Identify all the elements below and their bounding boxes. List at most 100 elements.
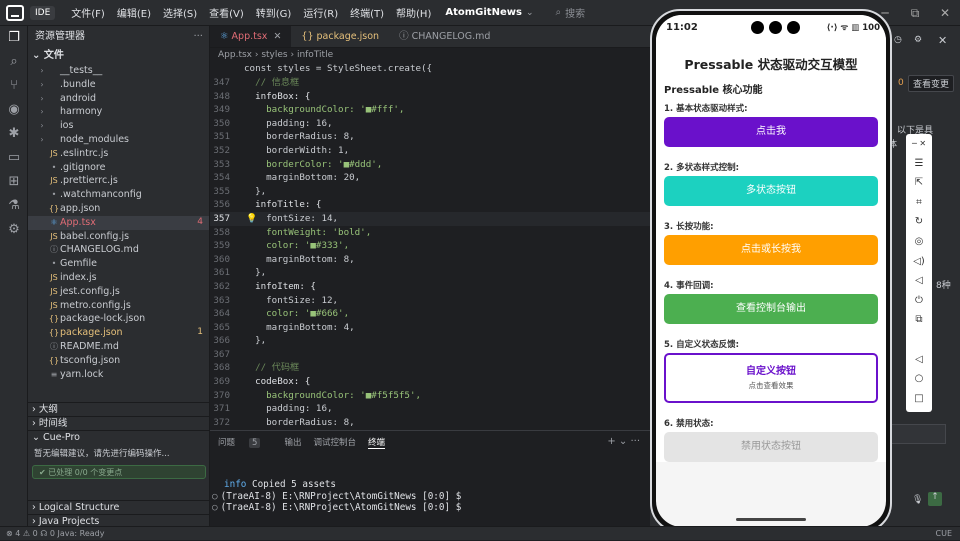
demo-button-6[interactable]: 禁用状态按钮 — [664, 432, 878, 462]
code-line[interactable]: 366 }, — [210, 334, 650, 348]
project-selector[interactable]: AtomGitNews — [445, 7, 522, 18]
status-left[interactable]: ⊗ 4 ⚠ 0 ☊ 0 Java: Ready — [6, 529, 104, 538]
file-item[interactable]: JS index.js — [28, 271, 209, 285]
tab-problems[interactable]: 问题 5 — [218, 436, 272, 448]
code-lines[interactable]: 347 // 信息框 348 infoBox: {349 backgroundCo… — [210, 76, 650, 429]
screenshot-icon[interactable]: ⧉ — [906, 310, 932, 330]
file-item[interactable]: {}app.json — [28, 202, 209, 216]
view-changes-button[interactable]: 查看变更 — [908, 75, 955, 92]
code-line[interactable]: 364 color: '■#666', — [210, 307, 650, 321]
menu-terminal[interactable]: 终端(T) — [344, 5, 390, 20]
more-icon[interactable]: ··· — [193, 26, 203, 48]
file-item[interactable]: {}package-lock.json — [28, 312, 209, 326]
back-icon[interactable]: ◁ — [906, 350, 932, 370]
folder-item[interactable]: › android — [28, 92, 209, 106]
demo-button-2[interactable]: 多状态按钮 — [664, 176, 878, 206]
file-item[interactable]: • Gemfile — [28, 257, 209, 271]
tab-app-tsx[interactable]: ⚛ App.tsx ✕ — [210, 26, 292, 47]
code-line[interactable]: 359 color: '■#333', — [210, 239, 650, 253]
code-line[interactable]: 352 borderWidth: 1, — [210, 144, 650, 158]
tab-package-json[interactable]: {} package.json — [291, 26, 389, 47]
file-item[interactable]: ⓘ README.md — [28, 340, 209, 354]
tab-output[interactable]: 输出 — [284, 436, 301, 448]
code-line[interactable]: 367 — [210, 348, 650, 362]
file-item[interactable]: JS .eslintrc.js — [28, 147, 209, 161]
file-item[interactable]: JS metro.config.js — [28, 299, 209, 313]
power-icon[interactable]: ⏻ — [906, 291, 932, 311]
folder-item[interactable]: › node_modules — [28, 133, 209, 147]
file-item[interactable]: • .gitignore — [28, 161, 209, 175]
rotate-icon[interactable]: ↻ — [906, 212, 932, 232]
chat-input[interactable] — [886, 424, 946, 444]
demo-button-4[interactable]: 查看控制台输出 — [664, 294, 878, 324]
code-line[interactable]: 351 borderRadius: 8, — [210, 130, 650, 144]
folder-item[interactable]: › .bundle — [28, 78, 209, 92]
file-item[interactable]: ⓘ CHANGELOG.md — [28, 243, 209, 257]
code-line[interactable]: 356 infoTitle: { — [210, 198, 650, 212]
menu-goto[interactable]: 转到(G) — [250, 5, 298, 20]
folder-item[interactable]: › ios — [28, 119, 209, 133]
eye-icon[interactable]: ◉ — [0, 98, 28, 122]
menu-select[interactable]: 选择(S) — [157, 5, 203, 20]
code-line[interactable]: 349 backgroundColor: '■#fff', — [210, 103, 650, 117]
code-line[interactable]: 371 padding: 16, — [210, 402, 650, 416]
recents-icon[interactable]: □ — [906, 389, 932, 409]
file-item[interactable]: • .watchmanconfig — [28, 188, 209, 202]
chevron-down-icon[interactable]: ⌄ — [526, 8, 534, 18]
home-icon[interactable]: ○ — [906, 369, 932, 389]
close-panel-icon[interactable]: ✕ — [938, 34, 947, 47]
code-line[interactable]: 354 marginBottom: 20, — [210, 171, 650, 185]
clock-icon[interactable]: ◷ — [894, 35, 902, 45]
file-item[interactable]: JS jest.config.js — [28, 285, 209, 299]
pointer-icon[interactable]: ⇱ — [906, 173, 932, 193]
source-control-icon[interactable]: ⑂ — [0, 74, 28, 98]
demo-button-1[interactable]: 点击我 — [664, 117, 878, 147]
add-terminal-icon[interactable]: + ⌄ ··· — [607, 436, 640, 447]
timeline-section[interactable]: › 时间线 — [28, 416, 210, 430]
search-icon[interactable]: ⌕ — [555, 7, 561, 18]
lightbulb-icon[interactable]: 💡 — [246, 213, 257, 227]
demo-button-3[interactable]: 点击或长按我 — [664, 235, 878, 265]
menu-view[interactable]: 查看(V) — [203, 5, 250, 20]
search-icon[interactable]: ⌕ — [0, 50, 28, 74]
minimize-icon[interactable]: ─ ✕ — [906, 134, 932, 154]
breadcrumb-file[interactable]: App.tsx — [218, 50, 252, 60]
file-item[interactable]: {}tsconfig.json — [28, 354, 209, 368]
code-line[interactable]: 365 marginBottom: 4, — [210, 321, 650, 335]
custom-feedback-button[interactable]: 自定义按钮 点击查看效果 — [664, 353, 878, 403]
restore-icon[interactable]: ⧉ — [900, 0, 930, 26]
logical-structure-section[interactable]: › Logical Structure — [28, 500, 210, 514]
code-line[interactable]: 369 codeBox: { — [210, 375, 650, 389]
send-icon[interactable]: ↑ — [928, 492, 942, 506]
outline-section[interactable]: › 大纲 — [28, 402, 210, 416]
code-line[interactable]: 347 // 信息框 — [210, 76, 650, 90]
volume-down-icon[interactable]: ◁ — [906, 271, 932, 291]
gear-icon[interactable]: ⚙ — [914, 35, 922, 45]
breadcrumb-styles[interactable]: styles — [261, 50, 287, 60]
menu-run[interactable]: 运行(R) — [297, 5, 344, 20]
file-item[interactable]: JS .prettierrc.js — [28, 174, 209, 188]
file-item[interactable]: ≡ yarn.lock — [28, 368, 209, 382]
code-line[interactable]: 370 backgroundColor: '■#f5f5f5', — [210, 389, 650, 403]
code-line[interactable]: 362 infoItem: { — [210, 280, 650, 294]
code-line[interactable]: 357 fontSize: 14, 💡 — [210, 211, 650, 227]
menu-help[interactable]: 帮助(H) — [390, 5, 437, 20]
home-indicator[interactable] — [736, 518, 806, 521]
settings-icon[interactable]: ⚙ — [0, 218, 28, 242]
explorer-icon[interactable]: ❐ — [0, 26, 28, 50]
file-item[interactable]: JS babel.config.js — [28, 230, 209, 244]
file-item[interactable]: {}package.json 1 — [28, 326, 209, 340]
code-line[interactable]: 363 fontSize: 12, — [210, 294, 650, 308]
code-line[interactable]: 372 borderRadius: 8, — [210, 416, 650, 430]
menu-file[interactable]: 文件(F) — [65, 5, 111, 20]
tab-terminal[interactable]: 终端 — [367, 436, 385, 449]
breadcrumb-infotitle[interactable]: infoTitle — [297, 50, 333, 60]
menu-edit[interactable]: 编辑(E) — [111, 5, 157, 20]
testing-icon[interactable]: ⚗ — [0, 194, 28, 218]
cue-pro-section[interactable]: ⌄ Cue-Pro — [28, 430, 210, 444]
close-icon[interactable]: ✕ — [930, 0, 960, 26]
folder-item[interactable]: › __tests__ — [28, 64, 209, 78]
remote-icon[interactable]: ▭ — [0, 146, 28, 170]
code-line[interactable]: 355 }, — [210, 185, 650, 199]
menu-icon[interactable]: ☰ — [906, 154, 932, 174]
